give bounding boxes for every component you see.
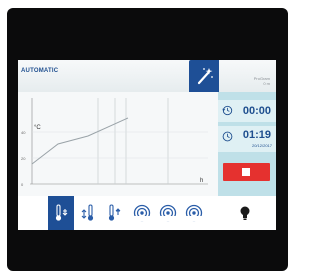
stop-icon: [242, 168, 250, 176]
clock-icon: [222, 131, 233, 142]
toolbar-temperature-updown[interactable]: [76, 196, 102, 230]
wizard-button[interactable]: [189, 60, 219, 92]
program-info: ProGram 0 m: [254, 76, 270, 86]
fan-icon: [185, 204, 203, 222]
toolbar-fan-3[interactable]: [180, 196, 206, 230]
oven-screen: AUTOMATIC ProGram 0 m 40 20 0 °C h 00:00…: [18, 60, 276, 230]
cooking-graph: 40 20 0 °C h: [18, 92, 218, 196]
mode-label: AUTOMATIC: [21, 68, 59, 74]
graph-canvas: 40 20 0: [21, 98, 208, 187]
top-bar: AUTOMATIC ProGram 0 m: [18, 60, 276, 92]
toolbar-light[interactable]: [232, 196, 258, 230]
y-tick-label: 20: [21, 156, 26, 161]
clock-time: 01:19: [242, 129, 271, 141]
program-line-2: 0 m: [263, 81, 270, 86]
y-tick-label: 40: [21, 130, 26, 135]
status-panel: 00:00 01:19 20/12/2017: [218, 92, 276, 196]
toolbar-temperature-up[interactable]: [102, 196, 128, 230]
fan-icon: [133, 204, 151, 222]
temperature-down-icon: [55, 204, 68, 221]
history-icon: [222, 105, 233, 116]
fan-icon: [159, 204, 177, 222]
y-tick-label: 0: [21, 182, 24, 187]
elapsed-timer[interactable]: 00:00: [218, 100, 276, 122]
toolbar-temperature-down[interactable]: [48, 196, 74, 230]
magic-wand-icon: [197, 68, 213, 85]
temperature-updown-icon: [81, 204, 94, 221]
clock-display[interactable]: 01:19 20/12/2017: [218, 126, 276, 152]
lightbulb-icon: [240, 206, 250, 220]
y-axis-unit: °C: [34, 125, 41, 131]
elapsed-time: 00:00: [242, 105, 271, 117]
x-axis-unit: h: [200, 178, 204, 184]
temperature-up-icon: [108, 204, 121, 221]
stop-button[interactable]: [223, 163, 270, 181]
toolbar-fan-1[interactable]: [128, 196, 154, 230]
clock-date: 20/12/2017: [251, 143, 272, 148]
toolbar-fan-2[interactable]: [154, 196, 180, 230]
bottom-toolbar: [18, 196, 276, 230]
